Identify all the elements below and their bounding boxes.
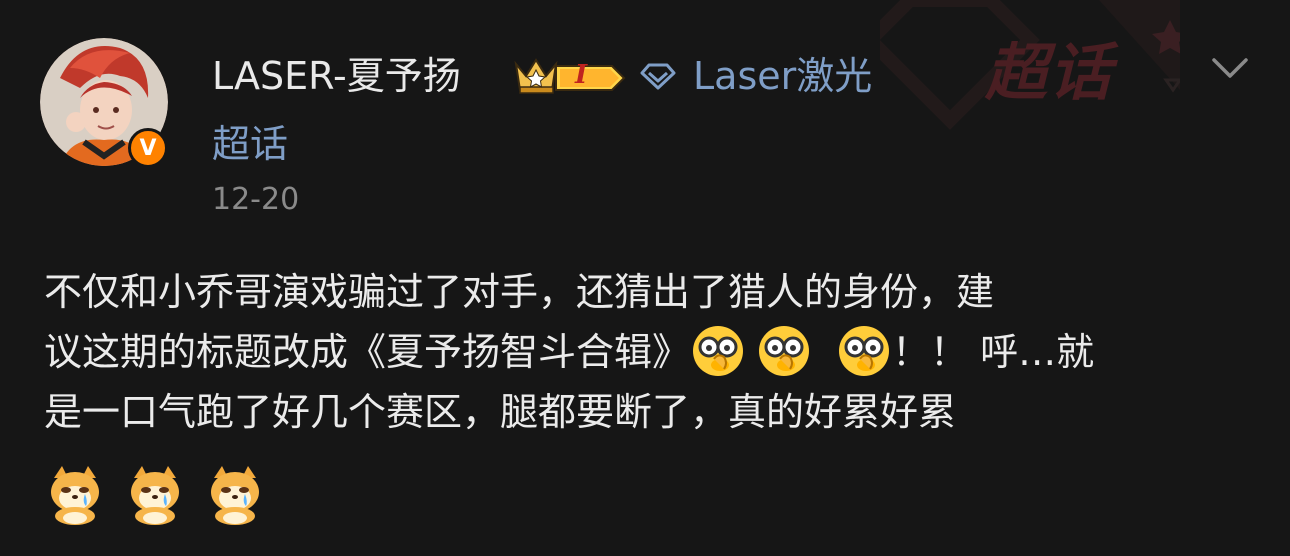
level-badge-text: I xyxy=(575,60,588,90)
content-line: 是一口气跑了好几个赛区，腿都要断了，真的好累好累 xyxy=(44,390,957,434)
smart-face-emoji xyxy=(693,325,744,376)
post-timestamp: 12-20 xyxy=(212,182,300,217)
supertopic-link-suffix[interactable]: 超话 xyxy=(212,118,288,170)
content-text: ！！ 呼…就 xyxy=(892,330,1095,374)
content-text: 议这期的标题改成《夏予扬智斗合辑》 xyxy=(44,330,691,374)
emoji-row xyxy=(44,464,284,528)
crying-doge-emoji xyxy=(211,466,259,525)
weibo-post-card: 超话 V LASER-夏予扬 I Laser激光 超话 12-20 不仅和小乔哥… xyxy=(0,0,1290,556)
content-line: 不仅和小乔哥演戏骗过了对手，还猜出了猎人的身份，建 xyxy=(44,270,995,314)
username[interactable]: LASER-夏予扬 xyxy=(212,50,461,102)
verified-badge: V xyxy=(128,128,168,168)
chevron-down-icon[interactable] xyxy=(1208,50,1252,86)
smart-face-emoji xyxy=(759,325,810,376)
crying-doge-emoji xyxy=(131,466,179,525)
supertopic-link[interactable]: Laser激光 xyxy=(693,50,872,102)
crying-doge-emoji xyxy=(51,466,99,525)
content-line: 议这期的标题改成《夏予扬智斗合辑》 ！！ 呼…就 xyxy=(44,322,1244,382)
crown-badge-icon[interactable] xyxy=(512,54,627,98)
post-content: 不仅和小乔哥演戏骗过了对手，还猜出了猎人的身份，建 议这期的标题改成《夏予扬智斗… xyxy=(44,262,1244,442)
smart-face-emoji xyxy=(839,325,890,376)
diamond-icon xyxy=(640,63,676,90)
supertopic-watermark: 超话 xyxy=(985,36,1114,109)
